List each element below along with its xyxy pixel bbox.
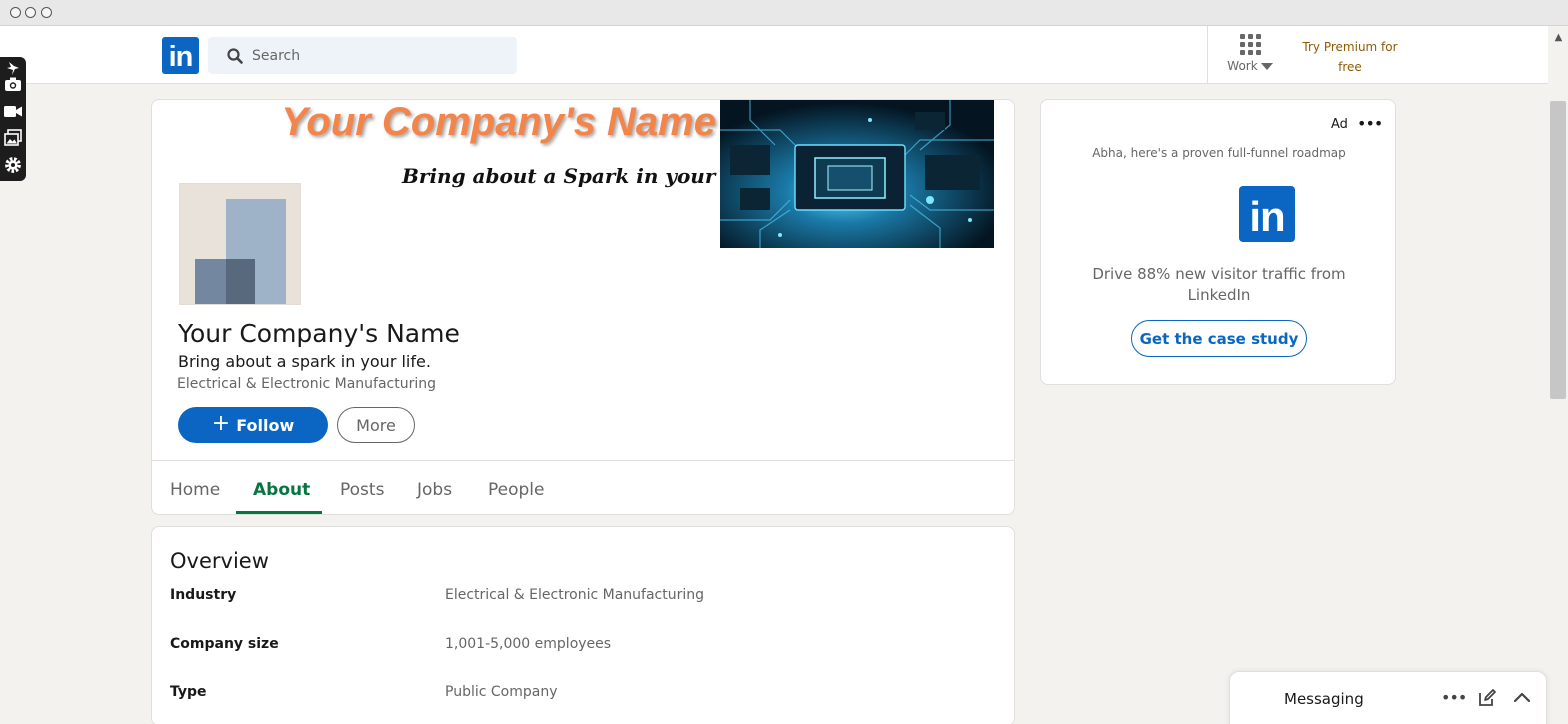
search-icon bbox=[227, 48, 243, 64]
work-label: Work bbox=[1227, 59, 1258, 73]
more-button[interactable]: More bbox=[337, 407, 415, 443]
gallery-icon[interactable] bbox=[4, 129, 22, 147]
search-input[interactable] bbox=[252, 37, 502, 74]
overview-key: Industry bbox=[170, 587, 237, 603]
tab-people[interactable]: People bbox=[488, 480, 544, 500]
company-header-card: Your Company's Name Bring about a Spark … bbox=[151, 99, 1015, 515]
ad-card: Ad ••• Abha, here's a proven full-funnel… bbox=[1040, 99, 1396, 385]
chevron-up-icon[interactable] bbox=[1512, 688, 1532, 708]
messaging-more-icon[interactable]: ••• bbox=[1441, 688, 1467, 708]
active-tab-indicator bbox=[236, 511, 322, 514]
company-industry: Electrical & Electronic Manufacturing bbox=[177, 376, 436, 392]
overview-card: Overview Industry Electrical & Electroni… bbox=[151, 526, 1015, 724]
global-nav: in Work Try Premium for free bbox=[0, 26, 1548, 84]
window-maximize-button[interactable] bbox=[41, 7, 52, 18]
circuit-board-image bbox=[720, 100, 994, 248]
scroll-up-arrow-icon[interactable]: ▲ bbox=[1549, 30, 1568, 46]
overview-row: Type Public Company bbox=[170, 684, 1000, 704]
overview-key: Type bbox=[170, 684, 207, 700]
premium-line-2: free bbox=[1338, 60, 1362, 74]
scrollbar-thumb[interactable] bbox=[1550, 101, 1566, 399]
company-logo-avatar[interactable] bbox=[179, 183, 301, 305]
messaging-panel[interactable]: Messaging ••• bbox=[1229, 671, 1547, 724]
overview-key: Company size bbox=[170, 636, 279, 652]
company-name-heading: Your Company's Name bbox=[178, 319, 460, 348]
window-titlebar bbox=[0, 0, 1568, 26]
tab-home[interactable]: Home bbox=[170, 480, 220, 500]
overview-value: Electrical & Electronic Manufacturing bbox=[445, 587, 704, 603]
capture-toolbar bbox=[0, 57, 26, 181]
more-options-icon[interactable]: ••• bbox=[1357, 116, 1383, 132]
linkedin-logo-icon[interactable]: in bbox=[162, 37, 199, 74]
work-menu-button[interactable]: Work bbox=[1222, 34, 1278, 78]
company-tagline: Bring about a spark in your life. bbox=[178, 352, 431, 371]
nav-divider bbox=[1207, 26, 1208, 84]
tabs-divider bbox=[152, 460, 1014, 461]
banner-tagline: Bring about a Spark in your life bbox=[402, 164, 759, 188]
follow-label: Follow bbox=[236, 415, 295, 435]
apps-grid-icon bbox=[1239, 34, 1261, 55]
ad-label: Ad bbox=[1331, 117, 1348, 132]
banner-title: Your Company's Name bbox=[281, 100, 716, 144]
settings-gear-icon[interactable] bbox=[4, 156, 22, 174]
search-box[interactable] bbox=[208, 37, 517, 74]
tab-posts[interactable]: Posts bbox=[340, 480, 384, 500]
overview-value: 1,001-5,000 employees bbox=[445, 636, 612, 652]
compose-icon[interactable] bbox=[1477, 688, 1497, 708]
overview-row: Industry Electrical & Electronic Manufac… bbox=[170, 587, 1000, 607]
overview-title: Overview bbox=[170, 549, 269, 573]
tab-about[interactable]: About bbox=[253, 480, 310, 500]
tab-jobs[interactable]: Jobs bbox=[417, 480, 452, 500]
premium-line-1: Try Premium for bbox=[1302, 40, 1398, 54]
messaging-label: Messaging bbox=[1284, 690, 1364, 708]
get-case-study-button[interactable]: Get the case study bbox=[1131, 320, 1307, 357]
plus-icon: + bbox=[211, 411, 231, 436]
try-premium-link[interactable]: Try Premium for free bbox=[1290, 37, 1410, 77]
window-close-button[interactable] bbox=[10, 7, 21, 18]
follow-button[interactable]: + Follow bbox=[178, 407, 328, 443]
ad-subtitle: Abha, here's a proven full-funnel roadma… bbox=[1092, 146, 1346, 160]
window-minimize-button[interactable] bbox=[25, 7, 36, 18]
overview-value: Public Company bbox=[445, 684, 558, 700]
ad-body-text: Drive 88% new visitor traffic from Linke… bbox=[1092, 265, 1346, 304]
caret-down-icon bbox=[1260, 62, 1273, 70]
overview-row: Company size 1,001-5,000 employees bbox=[170, 636, 1000, 656]
video-icon[interactable] bbox=[4, 102, 22, 120]
linkedin-ad-logo-icon: in bbox=[1239, 186, 1295, 242]
camera-icon[interactable] bbox=[4, 75, 22, 93]
